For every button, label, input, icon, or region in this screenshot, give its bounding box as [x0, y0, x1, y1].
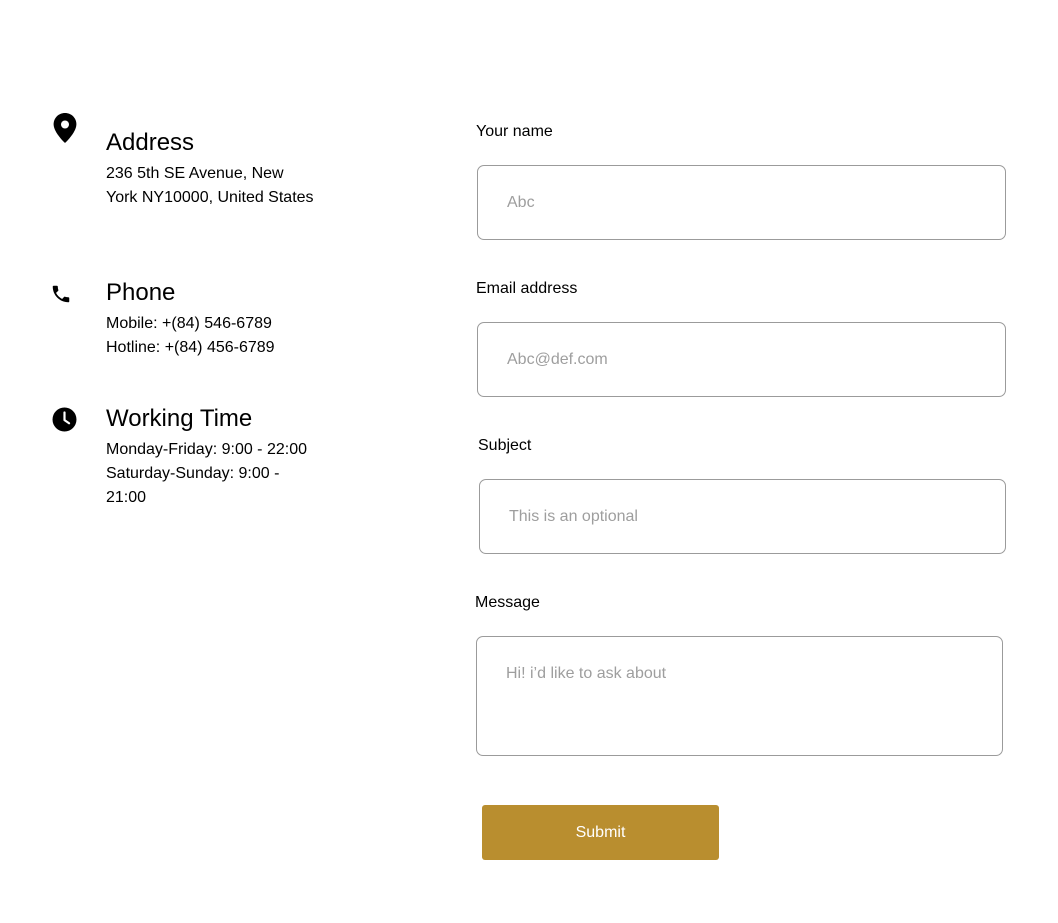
address-title: Address: [106, 129, 195, 156]
phone-text: Mobile: +(84) 546-6789 Hotline: +(84) 45…: [106, 312, 316, 360]
email-input[interactable]: [477, 322, 1006, 397]
name-label: Your name: [476, 123, 553, 140]
message-textarea[interactable]: [476, 636, 1003, 756]
address-text: 236 5th SE Avenue, New York NY10000, Uni…: [106, 162, 316, 210]
phone-icon: [52, 285, 70, 303]
message-label: Message: [475, 594, 540, 611]
submit-button[interactable]: Submit: [482, 805, 719, 860]
weekday-hours: Monday-Friday: 9:00 - 22:00: [106, 441, 307, 458]
address-line: 236 5th SE Avenue, New York NY10000, Uni…: [106, 165, 314, 206]
subject-input[interactable]: [479, 479, 1006, 554]
hotline-line: Hotline: +(84) 456-6789: [106, 339, 275, 356]
subject-label: Subject: [478, 437, 532, 454]
name-input[interactable]: [477, 165, 1006, 240]
working-time-text: Monday-Friday: 9:00 - 22:00 Saturday-Sun…: [106, 438, 316, 510]
location-pin-icon: [53, 113, 77, 143]
clock-icon: [52, 407, 77, 432]
phone-title: Phone: [106, 279, 176, 306]
email-label: Email address: [476, 280, 578, 297]
weekend-hours: Saturday-Sunday: 9:00 - 21:00: [106, 465, 280, 506]
mobile-line: Mobile: +(84) 546-6789: [106, 315, 272, 332]
working-time-title: Working Time: [106, 405, 253, 432]
